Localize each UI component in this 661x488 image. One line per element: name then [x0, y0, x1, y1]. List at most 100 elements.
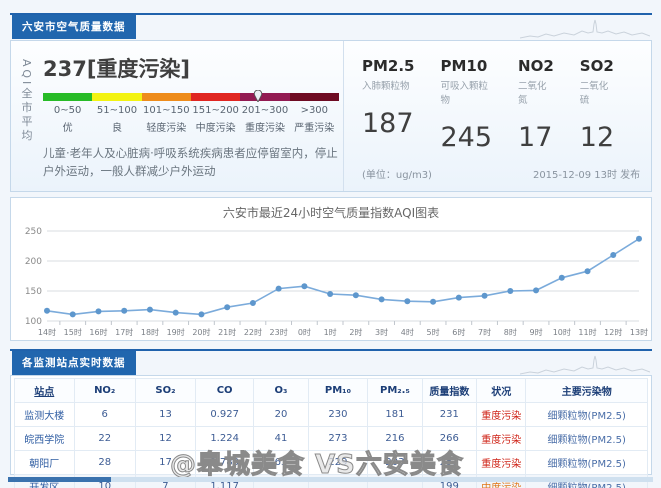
aqi-scale-marker — [254, 89, 263, 104]
tab-station-realtime-data[interactable]: 各监测站点实时数据 — [12, 351, 136, 375]
scale-category-label: 中度污染 — [195, 123, 236, 134]
svg-text:16时: 16时 — [89, 327, 107, 337]
svg-text:22时: 22时 — [244, 327, 262, 337]
so2-cell: 13 — [134, 402, 197, 427]
pollutant-column-pm10: PM10 可吸入颗粒物 245 — [441, 57, 493, 153]
aqi-scale-segment — [43, 93, 93, 101]
scale-category-label: 良 — [111, 123, 122, 134]
tabrow-stations: 各监测站点实时数据 — [10, 349, 652, 377]
svg-text:200: 200 — [25, 257, 42, 267]
aqi-city-average-label: AQI全市平均 — [20, 59, 33, 144]
scale-range-label: 51~100 — [96, 105, 138, 116]
primary-pollutant-cell: 细颗粒物(PM2.5) — [525, 402, 648, 427]
stations-table-panel: 站点 NO₂ SO₂ CO O₃ PM₁₀ PM₂.₅ 质量指数 状况 主要污染… — [10, 375, 652, 488]
aqi-scale-segment — [92, 93, 142, 101]
pollutant-description: 二氧化氮 — [518, 81, 547, 106]
no2-cell: 28 — [73, 450, 136, 475]
co-cell: 1.224 — [195, 426, 255, 451]
pollutant-readings-section: PM2.5 入肺颗粒物 187 PM10 可吸入颗粒物 245 NO2 二氧化氮… — [343, 41, 652, 191]
col-header-pm10: PM₁₀ — [307, 378, 369, 403]
o3-cell: 63 — [253, 450, 309, 475]
col-header-station[interactable]: 站点 — [14, 378, 75, 403]
col-header-status: 状况 — [476, 378, 527, 403]
pollutant-description: 入肺颗粒物 — [362, 81, 410, 92]
col-header-aqi: 质量指数 — [421, 378, 478, 403]
pollutant-value: 187 — [362, 108, 414, 139]
svg-text:4时: 4时 — [401, 327, 414, 337]
svg-text:11时: 11时 — [578, 327, 596, 337]
pollutant-column-so2: SO2 二氧化硫 12 — [580, 57, 614, 153]
col-header-primary-pollutant: 主要污染物 — [525, 378, 648, 403]
pm10-cell: 229 — [307, 450, 369, 475]
svg-text:14时: 14时 — [38, 327, 56, 337]
aqi-cell: 266 — [421, 426, 478, 451]
svg-text:2时: 2时 — [349, 327, 362, 337]
col-header-pm25: PM₂.₅ — [367, 378, 423, 403]
pollutant-description: 可吸入颗粒物 — [440, 81, 489, 106]
svg-text:3时: 3时 — [375, 327, 388, 337]
col-header-o3: O₃ — [253, 378, 309, 403]
aqi-left-section: AQI全市平均 237[重度污染] 0~50 优 51~100 良 101~15… — [11, 41, 343, 191]
scale-range-label: 101~150 — [143, 105, 190, 116]
scale-range-label: >300 — [300, 105, 329, 116]
pm25-cell: 181 — [367, 402, 423, 427]
tab-city-air-quality[interactable]: 六安市空气质量数据 — [12, 15, 136, 39]
pollutant-name: PM2.5 — [362, 57, 415, 75]
aqi-cell: 253 — [421, 450, 478, 475]
svg-text:8时: 8时 — [504, 327, 517, 337]
pollutant-column-pm25: PM2.5 入肺颗粒物 187 — [362, 57, 415, 153]
svg-text:100: 100 — [25, 317, 42, 327]
svg-text:1时: 1时 — [324, 327, 337, 337]
svg-text:17时: 17时 — [115, 327, 133, 337]
pm25-cell: 203 — [367, 450, 423, 475]
aqi-summary-panel: AQI全市平均 237[重度污染] 0~50 优 51~100 良 101~15… — [10, 40, 652, 192]
o3-cell: 41 — [253, 426, 309, 451]
scale-range-label: 151~200 — [192, 105, 239, 116]
table-row: 皖西学院 22 12 1.224 41 273 216 266 重度污染 细颗粒… — [14, 426, 648, 451]
aqi-scale-segment — [240, 93, 290, 101]
pollutant-name: NO2 — [518, 57, 554, 75]
aqi-scale-segment — [141, 93, 191, 101]
scale-category-label: 轻度污染 — [146, 123, 187, 134]
aqi-scale-segment — [289, 93, 339, 101]
svg-text:10时: 10时 — [553, 327, 571, 337]
table-header-row: 站点 NO₂ SO₂ CO O₃ PM₁₀ PM₂.₅ 质量指数 状况 主要污染… — [14, 378, 648, 403]
svg-text:23时: 23时 — [270, 327, 288, 337]
stations-table: 站点 NO₂ SO₂ CO O₃ PM₁₀ PM₂.₅ 质量指数 状况 主要污染… — [14, 378, 648, 488]
scale-range-label: 201~300 — [241, 105, 289, 116]
svg-text:13时: 13时 — [630, 327, 648, 337]
status-cell: 重度污染 — [476, 426, 527, 451]
health-advisory-text: 儿童·老年人及心脏病·呼吸系统疾病患者应停留室内，停止户外运动，一般人群减少户外… — [43, 146, 338, 178]
horizontal-scrollbar[interactable] — [8, 477, 653, 482]
station-name-cell: 皖西学院 — [14, 426, 75, 451]
station-name-cell: 朝阳厂 — [14, 450, 75, 475]
scale-category-label: 严重污染 — [294, 123, 335, 134]
aqi-scale-segment — [190, 93, 241, 101]
aqi-scale-labels: 0~50 优 51~100 良 101~150 轻度污染 151~200 中度污… — [43, 105, 339, 134]
svg-text:150: 150 — [25, 287, 42, 297]
so2-cell: 12 — [134, 426, 197, 451]
table-row: 监测大楼 6 13 0.927 20 230 181 231 重度污染 细颗粒物… — [14, 402, 648, 427]
horizontal-scrollbar-thumb[interactable] — [8, 477, 111, 482]
svg-text:19时: 19时 — [167, 327, 185, 337]
svg-text:20时: 20时 — [192, 327, 210, 337]
svg-text:0时: 0时 — [298, 327, 311, 337]
aqi-current-value: 237[重度污染] — [43, 57, 191, 81]
svg-text:7时: 7时 — [478, 327, 491, 337]
svg-text:12时: 12时 — [604, 327, 622, 337]
pm10-cell: 273 — [307, 426, 369, 451]
svg-text:5时: 5时 — [427, 327, 440, 337]
aqi-chart-panel: 六安市最近24小时空气质量指数AQI图表 100 150 200 250 14时 15时 1… — [10, 197, 652, 341]
pollutant-column-no2: NO2 二氧化氮 17 — [518, 57, 554, 153]
aqi-line-chart: 100 150 200 250 14时 15时 16时 17时 18时 19时 20时 21时 22时 2… — [25, 227, 648, 337]
pm25-cell: 216 — [367, 426, 423, 451]
table-row: 朝阳厂 28 17 1.780 63 229 203 253 重度污染 细颗粒物… — [14, 450, 648, 475]
pollutant-name: SO2 — [579, 57, 614, 75]
col-header-no2: NO₂ — [73, 378, 136, 403]
unit-note: (单位：ug/m3) — [362, 170, 432, 181]
svg-text:18时: 18时 — [141, 327, 159, 337]
pollutant-value: 12 — [579, 122, 615, 153]
primary-pollutant-cell: 细颗粒物(PM2.5) — [525, 426, 648, 451]
pollutant-value: 245 — [440, 122, 493, 153]
co-cell: 0.927 — [195, 402, 255, 427]
